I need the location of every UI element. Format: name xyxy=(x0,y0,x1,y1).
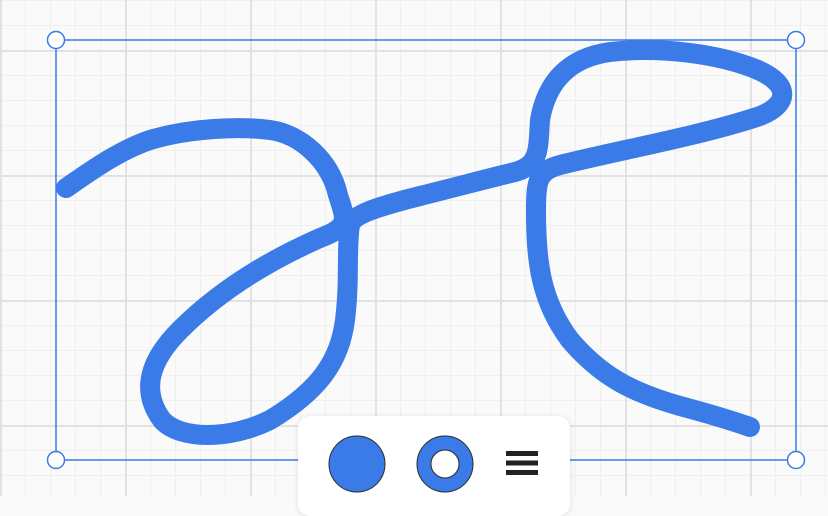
resize-handle-bottom-left[interactable] xyxy=(46,450,66,470)
fill-color-button[interactable] xyxy=(328,435,386,493)
resize-handle-bottom-right[interactable] xyxy=(786,450,806,470)
filled-circle-icon xyxy=(328,435,386,493)
resize-handle-top-left[interactable] xyxy=(46,30,66,50)
style-toolbar xyxy=(298,416,570,516)
menu-button[interactable] xyxy=(504,448,540,478)
hamburger-menu-icon xyxy=(506,451,538,475)
freehand-stroke[interactable] xyxy=(56,40,793,445)
resize-handle-top-right[interactable] xyxy=(786,30,806,50)
ring-icon xyxy=(416,435,474,493)
stroke-style-button[interactable] xyxy=(416,435,474,493)
